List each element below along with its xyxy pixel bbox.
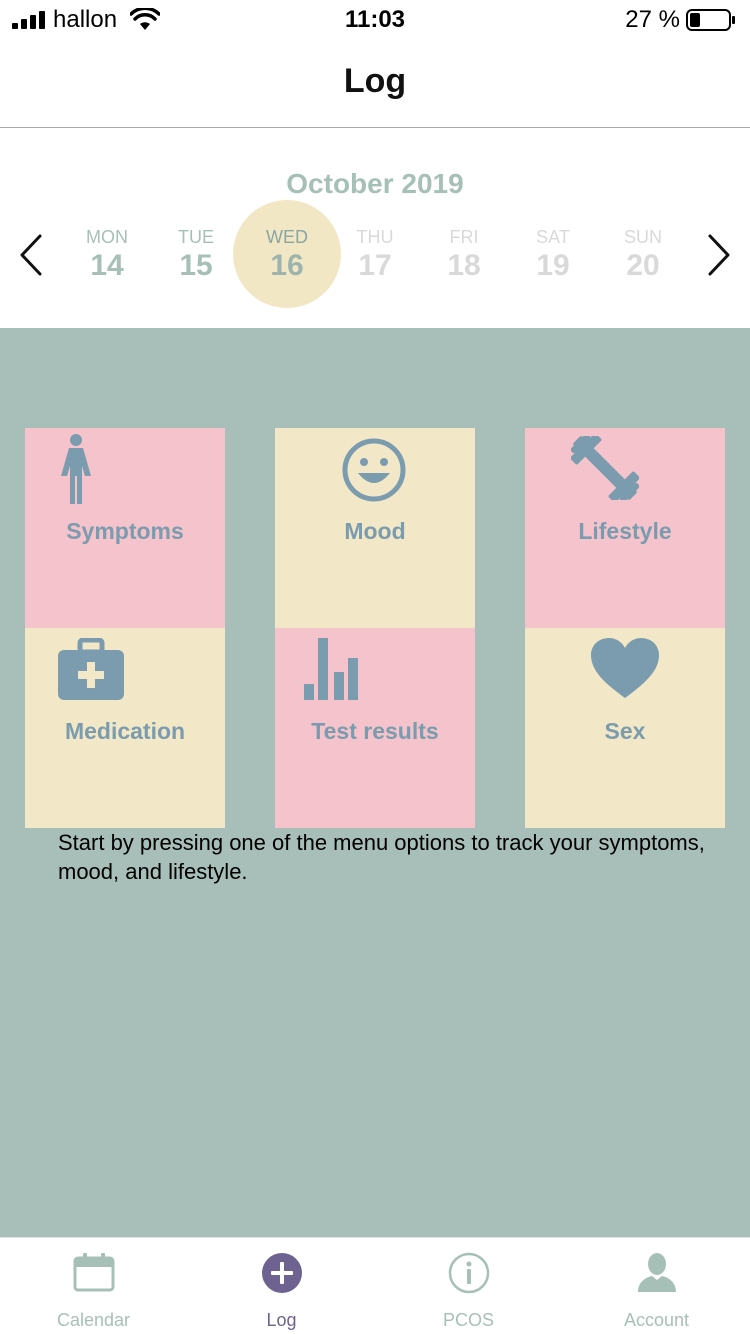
info-icon [448, 1252, 490, 1294]
tab-log[interactable]: Log [188, 1238, 375, 1334]
heart-icon [591, 638, 659, 698]
page-title: Log [343, 62, 407, 100]
dumbbell-icon [571, 436, 639, 500]
symptoms-label: Symptoms [66, 518, 184, 544]
day-number: 20 [626, 249, 660, 282]
tab-label: PCOS [442, 1310, 494, 1330]
lifestyle-label: Lifestyle [578, 518, 672, 544]
day-sun: SUN 20 [589, 200, 697, 308]
tab-account[interactable]: Account [563, 1238, 750, 1334]
test-results-label: Test results [311, 718, 439, 744]
first-aid-kit-icon [58, 638, 124, 700]
next-week-arrow-icon[interactable] [698, 232, 738, 278]
day-of-week: SUN [623, 227, 662, 247]
tab-label: Calendar [56, 1310, 131, 1330]
lifestyle-tile[interactable]: Lifestyle [525, 428, 725, 628]
tab-pcos[interactable]: PCOS [375, 1238, 562, 1334]
tab-bar: Calendar Log PCOS Account [0, 1237, 750, 1334]
smiley-icon [342, 438, 406, 502]
symptoms-tile[interactable]: Symptoms [25, 428, 225, 628]
log-main-area: Symptoms Mood Lifestyle Medication Test … [0, 328, 750, 1237]
plus-circle-icon [262, 1253, 302, 1293]
medication-label: Medication [64, 718, 186, 744]
mood-tile[interactable]: Mood [275, 428, 475, 628]
medication-tile[interactable]: Medication [25, 628, 225, 828]
month-label: October 2019 [286, 168, 464, 199]
bar-chart-icon [304, 638, 358, 700]
mood-label: Mood [344, 518, 406, 544]
tab-label: Log [266, 1310, 297, 1330]
sex-label: Sex [604, 718, 646, 744]
battery-percentage: 27 % [625, 6, 680, 33]
sex-tile[interactable]: Sex [525, 628, 725, 828]
status-bar: hallon 11:03 27 % [0, 0, 750, 42]
tab-label: Account [623, 1310, 690, 1330]
person-icon [638, 1253, 676, 1292]
instruction-text: Start by pressing one of the menu option… [58, 830, 705, 884]
calendar-icon [73, 1253, 115, 1292]
woman-icon [61, 434, 91, 504]
header-divider [0, 127, 750, 128]
battery-icon [686, 9, 735, 31]
previous-week-arrow-icon[interactable] [12, 232, 52, 278]
tab-calendar[interactable]: Calendar [0, 1238, 187, 1334]
test-results-tile[interactable]: Test results [275, 628, 475, 828]
